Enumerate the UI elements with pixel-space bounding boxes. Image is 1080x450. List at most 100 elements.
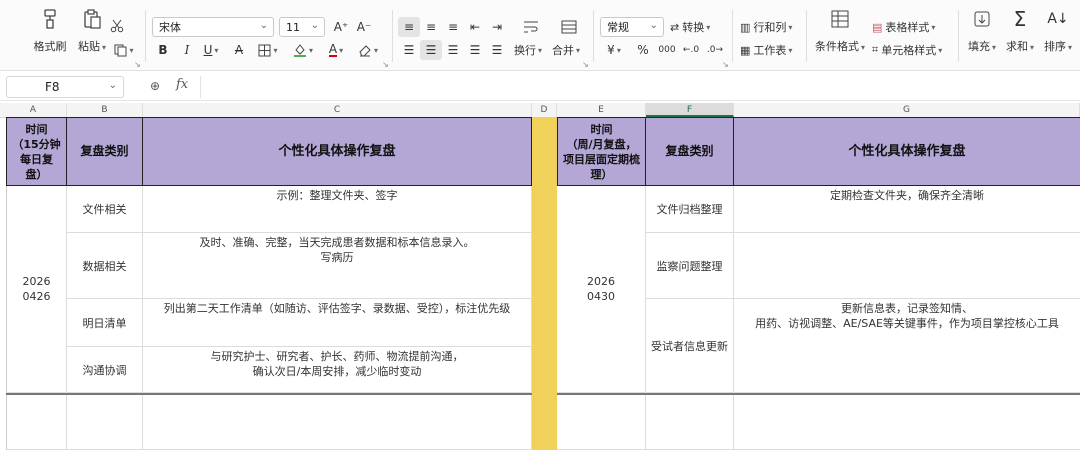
thousands-button[interactable]: 000	[656, 40, 678, 60]
daily-category-cell[interactable]: 沟通协调	[67, 347, 143, 393]
daily-category-cell[interactable]: 明日清单	[67, 299, 143, 347]
empty-cell[interactable]	[646, 395, 734, 450]
column-header-e[interactable]: E	[557, 103, 646, 117]
column-header-f[interactable]: F	[646, 103, 734, 117]
font-launcher-icon[interactable]: ↘	[382, 60, 389, 69]
empty-cell[interactable]	[734, 395, 1080, 450]
currency-button[interactable]: ¥ ▾	[600, 40, 628, 60]
empty-cell[interactable]	[67, 395, 143, 450]
period-date-cell[interactable]: 2026 0430	[557, 186, 646, 393]
period-category-cell[interactable]: 文件归档整理	[646, 186, 734, 233]
underline-button[interactable]: U ▾	[198, 40, 224, 60]
column-header-b[interactable]: B	[67, 103, 143, 117]
formula-bar: F8 ⌄ ⊕ fx	[0, 74, 1080, 101]
italic-button[interactable]: I	[176, 40, 198, 60]
bold-button[interactable]: B	[152, 40, 174, 60]
daily-date-cell[interactable]: 2026 0426	[6, 186, 67, 393]
column-header-c[interactable]: C	[143, 103, 532, 117]
header-daily-time[interactable]: 时间 （15分钟 每日复 盘）	[6, 117, 67, 186]
conditional-format-button[interactable]: 条件格式 ▾	[814, 0, 866, 58]
number-format-select[interactable]: 常规 ⌄	[600, 17, 664, 37]
period-detail-cell[interactable]: 更新信息表，记录签知情、 用药、访视调整、AE/SAE等关键事件，作为项目掌控核…	[734, 299, 1080, 393]
sort-button[interactable]: A↓ 排序 ▾	[1040, 0, 1076, 58]
decrease-font-button[interactable]: A⁻	[353, 17, 375, 37]
copy-button[interactable]: ▾	[110, 40, 138, 60]
borders-button[interactable]: ▾	[254, 40, 282, 60]
period-detail-cell[interactable]	[734, 233, 1080, 299]
thousands-label: 000	[658, 45, 676, 55]
align-top-button[interactable]: ≡	[398, 17, 420, 37]
header-period-category[interactable]: 复盘类别	[646, 117, 734, 186]
justify-button[interactable]: ☰	[464, 40, 486, 60]
increase-indent-button[interactable]: ⇥	[486, 17, 508, 37]
align-bottom-button[interactable]: ≡	[442, 17, 464, 37]
column-header-g[interactable]: G	[734, 103, 1080, 117]
align-left-button[interactable]: ☰	[398, 40, 420, 60]
header-daily-category[interactable]: 复盘类别	[67, 117, 143, 186]
daily-detail-cell[interactable]: 列出第二天工作清单（如随访、评估签字、录数据、受控），标注优先级	[143, 299, 532, 347]
strikethrough-button[interactable]: A	[228, 40, 250, 60]
increase-font-button[interactable]: A⁺	[330, 17, 352, 37]
period-category-cell[interactable]: 受试者信息更新	[646, 299, 734, 393]
daily-category-cell[interactable]: 文件相关	[67, 186, 143, 233]
align-center-button[interactable]: ☰	[420, 40, 442, 60]
zoom-icon[interactable]: ⊕	[150, 79, 160, 93]
number-format-value: 常规	[607, 21, 629, 34]
align-middle-button[interactable]: ≡	[420, 17, 442, 37]
wrap-icon-button[interactable]	[518, 17, 544, 37]
column-header-a[interactable]: A	[0, 103, 67, 117]
period-category-cell[interactable]: 监察问题整理	[646, 233, 734, 299]
period-detail-cell[interactable]: 定期检查文件夹，确保齐全清晰	[734, 186, 1080, 233]
font-color-button[interactable]: A ▾	[322, 40, 350, 60]
fill-color-button[interactable]: ▾	[288, 40, 318, 60]
clear-format-button[interactable]: ▾	[354, 40, 382, 60]
sum-button[interactable]: Σ 求和 ▾	[1002, 0, 1038, 58]
worksheet-button[interactable]: ▦ 工作表 ▾	[740, 42, 792, 58]
font-size-select[interactable]: 11 ⌄	[279, 17, 325, 37]
cut-button[interactable]	[106, 16, 128, 36]
cell-style-button[interactable]: ⌗ 单元格样式 ▾	[872, 42, 942, 58]
separator	[806, 10, 807, 62]
font-grow-icon: A⁺	[333, 20, 349, 34]
align-right-button[interactable]: ☰	[442, 40, 464, 60]
fill-button[interactable]: 填充 ▾	[964, 0, 1000, 58]
number-launcher-icon[interactable]: ↘	[722, 60, 729, 69]
wrap-button[interactable]: 换行 ▾	[514, 42, 542, 58]
name-box[interactable]: F8 ⌄	[6, 76, 124, 98]
header-period-time[interactable]: 时间 （周/月复盘， 项目层面定期梳 理）	[557, 117, 646, 186]
decrease-decimal-button[interactable]: .0→	[704, 40, 726, 60]
header-period-detail[interactable]: 个性化具体操作复盘	[734, 117, 1080, 186]
merge-button[interactable]: 合并 ▾	[552, 42, 580, 58]
column-headers: A B C D E F G	[0, 103, 1080, 118]
convert-icon: ⇄	[670, 20, 680, 34]
daily-category-cell[interactable]: 数据相关	[67, 233, 143, 299]
formula-input[interactable]	[200, 76, 1076, 98]
alignment-launcher-icon[interactable]: ↘	[582, 60, 589, 69]
merge-icon-button[interactable]	[556, 17, 582, 37]
empty-cell[interactable]	[143, 395, 532, 450]
increase-decimal-button[interactable]: ←.0	[680, 40, 702, 60]
font-name-value: 宋体	[159, 21, 181, 34]
empty-cell[interactable]	[557, 395, 646, 450]
daily-detail-cell[interactable]: 与研究护士、研究者、护长、药师、物流提前沟通， 确认次日/本周安排，减少临时变动	[143, 347, 532, 393]
spacer-column[interactable]	[532, 117, 557, 450]
header-daily-detail[interactable]: 个性化具体操作复盘	[143, 117, 532, 186]
decrease-decimal-icon: .0→	[706, 45, 724, 55]
format-painter-button[interactable]: 格式刷	[28, 0, 72, 58]
align-center-icon: ☰	[425, 43, 437, 57]
spreadsheet-grid: 时间 （15分钟 每日复 盘） 复盘类别 个性化具体操作复盘 时间 （周/月复盘…	[0, 117, 1080, 450]
column-header-d[interactable]: D	[532, 103, 557, 117]
distribute-button[interactable]: ☰	[486, 40, 508, 60]
percent-button[interactable]: %	[632, 40, 654, 60]
daily-detail-cell[interactable]: 示例：整理文件夹、签字	[143, 186, 532, 233]
font-name-select[interactable]: 宋体 ⌄	[152, 17, 274, 37]
table-style-button[interactable]: ▤ 表格样式 ▾	[872, 19, 935, 35]
paste-label: 粘贴	[77, 40, 100, 53]
row-col-button[interactable]: ▥ 行和列 ▾	[740, 19, 792, 35]
function-icon[interactable]: fx	[176, 77, 188, 92]
daily-detail-cell[interactable]: 及时、准确、完整，当天完成患者数据和标本信息录入。 写病历	[143, 233, 532, 299]
clipboard-launcher-icon[interactable]: ↘	[134, 60, 141, 69]
empty-cell[interactable]	[6, 395, 67, 450]
convert-button[interactable]: ⇄ 转换 ▾	[670, 19, 710, 35]
decrease-indent-button[interactable]: ⇤	[464, 17, 486, 37]
